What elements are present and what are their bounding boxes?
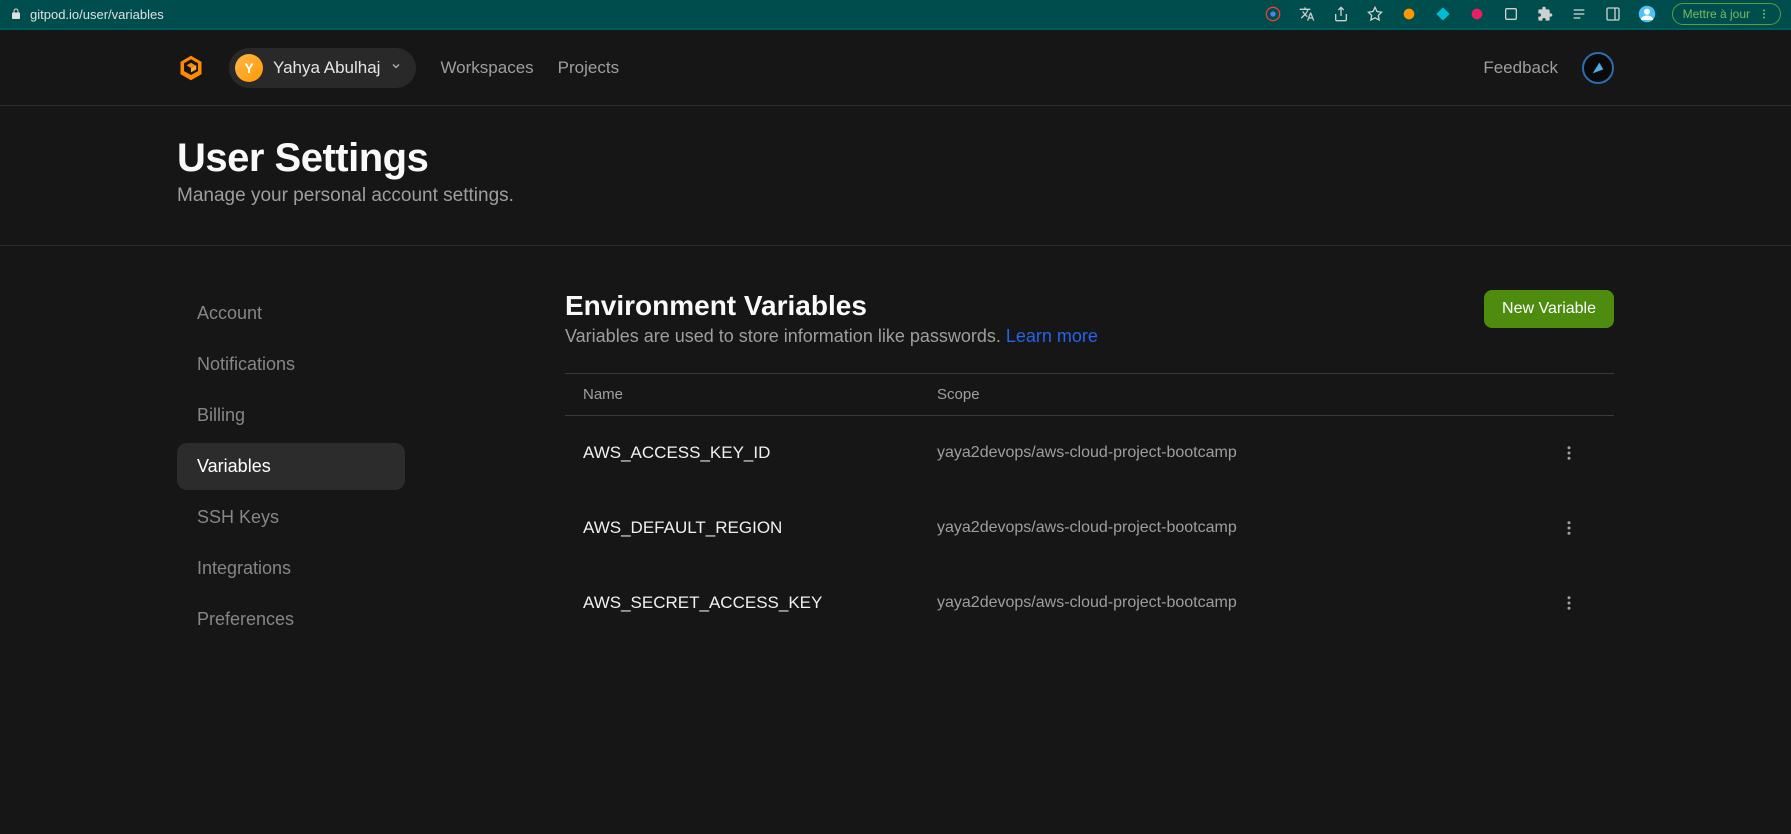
- row-menu-button[interactable]: [1556, 515, 1582, 541]
- variable-scope: yaya2devops/aws-cloud-project-bootcamp: [937, 594, 1556, 612]
- row-menu-button[interactable]: [1556, 590, 1582, 616]
- share-icon[interactable]: [1332, 5, 1350, 23]
- update-label: Mettre à jour: [1683, 7, 1750, 21]
- variable-scope: yaya2devops/aws-cloud-project-bootcamp: [937, 519, 1556, 537]
- nav-feedback[interactable]: Feedback: [1483, 58, 1558, 78]
- user-context-pill[interactable]: Y Yahya Abulhaj: [229, 48, 416, 88]
- table-row: AWS_ACCESS_KEY_IDyaya2devops/aws-cloud-p…: [565, 416, 1614, 491]
- table-row: AWS_DEFAULT_REGIONyaya2devops/aws-cloud-…: [565, 491, 1614, 566]
- chevron-down-icon: [390, 59, 402, 77]
- url-text: gitpod.io/user/variables: [30, 7, 164, 22]
- row-actions: [1556, 515, 1596, 541]
- side-panel-icon[interactable]: [1604, 5, 1622, 23]
- sidebar-item-notifications[interactable]: Notifications: [177, 341, 405, 388]
- google-icon[interactable]: [1264, 5, 1282, 23]
- page-title: User Settings: [177, 136, 1614, 181]
- table-header-row: Name Scope: [565, 373, 1614, 416]
- nav-right-group: Feedback: [1483, 52, 1614, 84]
- nav-workspaces[interactable]: Workspaces: [440, 58, 533, 78]
- row-actions: [1556, 590, 1596, 616]
- variables-table: Name Scope AWS_ACCESS_KEY_IDyaya2devops/…: [565, 373, 1614, 641]
- gitpod-logo[interactable]: [177, 54, 205, 82]
- page-subtitle: Manage your personal account settings.: [177, 185, 1614, 207]
- col-header-actions: [1556, 386, 1596, 403]
- row-menu-button[interactable]: [1556, 440, 1582, 466]
- reading-list-icon[interactable]: [1570, 5, 1588, 23]
- panel-title: Environment Variables: [565, 290, 1098, 322]
- top-navigation: Y Yahya Abulhaj Workspaces Projects Feed…: [0, 30, 1791, 106]
- variable-name: AWS_SECRET_ACCESS_KEY: [583, 593, 937, 613]
- sidebar-item-variables[interactable]: Variables: [177, 443, 405, 490]
- learn-more-link[interactable]: Learn more: [1006, 326, 1098, 346]
- bookmark-star-icon[interactable]: [1366, 5, 1384, 23]
- table-body: AWS_ACCESS_KEY_IDyaya2devops/aws-cloud-p…: [565, 416, 1614, 641]
- sidebar-item-billing[interactable]: Billing: [177, 392, 405, 439]
- ext-icon-2[interactable]: [1434, 5, 1452, 23]
- table-row: AWS_SECRET_ACCESS_KEYyaya2devops/aws-clo…: [565, 566, 1614, 641]
- panel-description: Variables are used to store information …: [565, 326, 1098, 347]
- browser-address-bar: gitpod.io/user/variables Mettre à jour: [0, 0, 1791, 30]
- panel-header: Environment Variables Variables are used…: [565, 290, 1614, 347]
- panel-heading-group: Environment Variables Variables are used…: [565, 290, 1098, 347]
- sidebar-item-ssh-keys[interactable]: SSH Keys: [177, 494, 405, 541]
- page-header: User Settings Manage your personal accou…: [0, 106, 1791, 246]
- ext-icon-3[interactable]: [1468, 5, 1486, 23]
- settings-sidebar: AccountNotificationsBillingVariablesSSH …: [177, 290, 405, 647]
- user-avatar-initial: Y: [235, 54, 263, 82]
- extensions-puzzle-icon[interactable]: [1536, 5, 1554, 23]
- col-header-scope: Scope: [937, 386, 1556, 403]
- user-menu-avatar[interactable]: [1582, 52, 1614, 84]
- variable-name: AWS_ACCESS_KEY_ID: [583, 443, 937, 463]
- sidebar-item-account[interactable]: Account: [177, 290, 405, 337]
- main-panel: Environment Variables Variables are used…: [565, 290, 1614, 647]
- browser-update-button[interactable]: Mettre à jour: [1672, 3, 1781, 25]
- panel-desc-text: Variables are used to store information …: [565, 326, 1006, 346]
- lock-icon: [10, 8, 22, 20]
- ext-icon-4[interactable]: [1502, 5, 1520, 23]
- user-pill-name: Yahya Abulhaj: [273, 58, 380, 78]
- url-display: gitpod.io/user/variables: [10, 7, 164, 22]
- sidebar-item-preferences[interactable]: Preferences: [177, 596, 405, 643]
- nav-projects[interactable]: Projects: [558, 58, 619, 78]
- content-area: AccountNotificationsBillingVariablesSSH …: [0, 246, 1791, 647]
- browser-extensions: Mettre à jour: [1264, 3, 1781, 25]
- new-variable-button[interactable]: New Variable: [1484, 290, 1614, 328]
- more-vertical-icon: [1560, 444, 1578, 462]
- translate-icon[interactable]: [1298, 5, 1316, 23]
- col-header-name: Name: [583, 386, 937, 403]
- more-vertical-icon: [1758, 8, 1770, 20]
- profile-avatar-icon[interactable]: [1638, 5, 1656, 23]
- sidebar-item-integrations[interactable]: Integrations: [177, 545, 405, 592]
- more-vertical-icon: [1560, 594, 1578, 612]
- variable-name: AWS_DEFAULT_REGION: [583, 518, 937, 538]
- ext-icon-1[interactable]: [1400, 5, 1418, 23]
- row-actions: [1556, 440, 1596, 466]
- more-vertical-icon: [1560, 519, 1578, 537]
- nav-left-group: Y Yahya Abulhaj Workspaces Projects: [177, 48, 619, 88]
- variable-scope: yaya2devops/aws-cloud-project-bootcamp: [937, 444, 1556, 462]
